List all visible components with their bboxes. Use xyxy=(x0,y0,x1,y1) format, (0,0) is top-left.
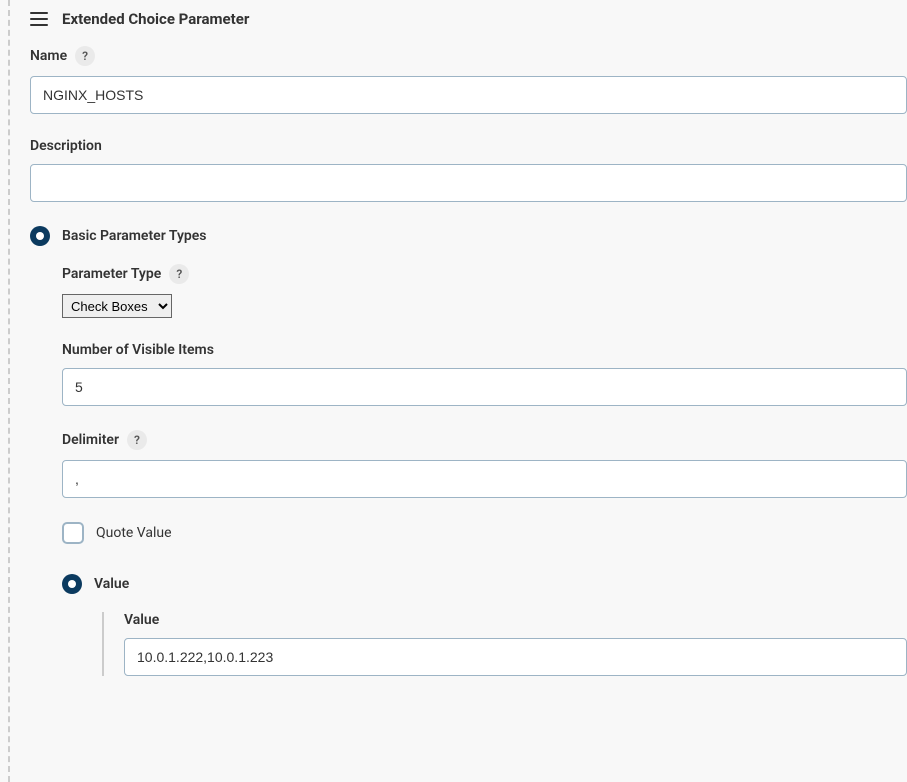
drag-handle-icon[interactable] xyxy=(30,12,48,26)
help-icon[interactable]: ? xyxy=(127,430,147,450)
description-input[interactable] xyxy=(30,164,907,202)
quote-value-label: Quote Value xyxy=(96,525,172,541)
value-radio[interactable] xyxy=(62,574,82,594)
name-input[interactable] xyxy=(30,76,907,114)
basic-parameter-types-label: Basic Parameter Types xyxy=(62,228,207,244)
basic-parameter-types-radio[interactable] xyxy=(30,226,50,246)
description-label: Description xyxy=(30,138,102,154)
visible-items-input[interactable] xyxy=(62,368,907,406)
parameter-header: Extended Choice Parameter xyxy=(30,10,907,28)
delimiter-input[interactable] xyxy=(62,460,907,498)
help-icon[interactable]: ? xyxy=(75,46,95,66)
parameter-type-select[interactable]: Check Boxes xyxy=(62,294,172,318)
drag-indicator-line xyxy=(8,0,10,782)
value-input[interactable] xyxy=(124,638,907,676)
help-icon[interactable]: ? xyxy=(169,264,189,284)
value-radio-label: Value xyxy=(94,576,129,592)
delimiter-label: Delimiter xyxy=(62,432,119,448)
parameter-type-label: Parameter Type xyxy=(62,266,161,282)
name-label: Name xyxy=(30,48,67,64)
visible-items-label: Number of Visible Items xyxy=(62,342,214,358)
parameter-title: Extended Choice Parameter xyxy=(62,10,249,28)
value-label: Value xyxy=(124,612,159,628)
quote-value-checkbox[interactable] xyxy=(62,522,84,544)
